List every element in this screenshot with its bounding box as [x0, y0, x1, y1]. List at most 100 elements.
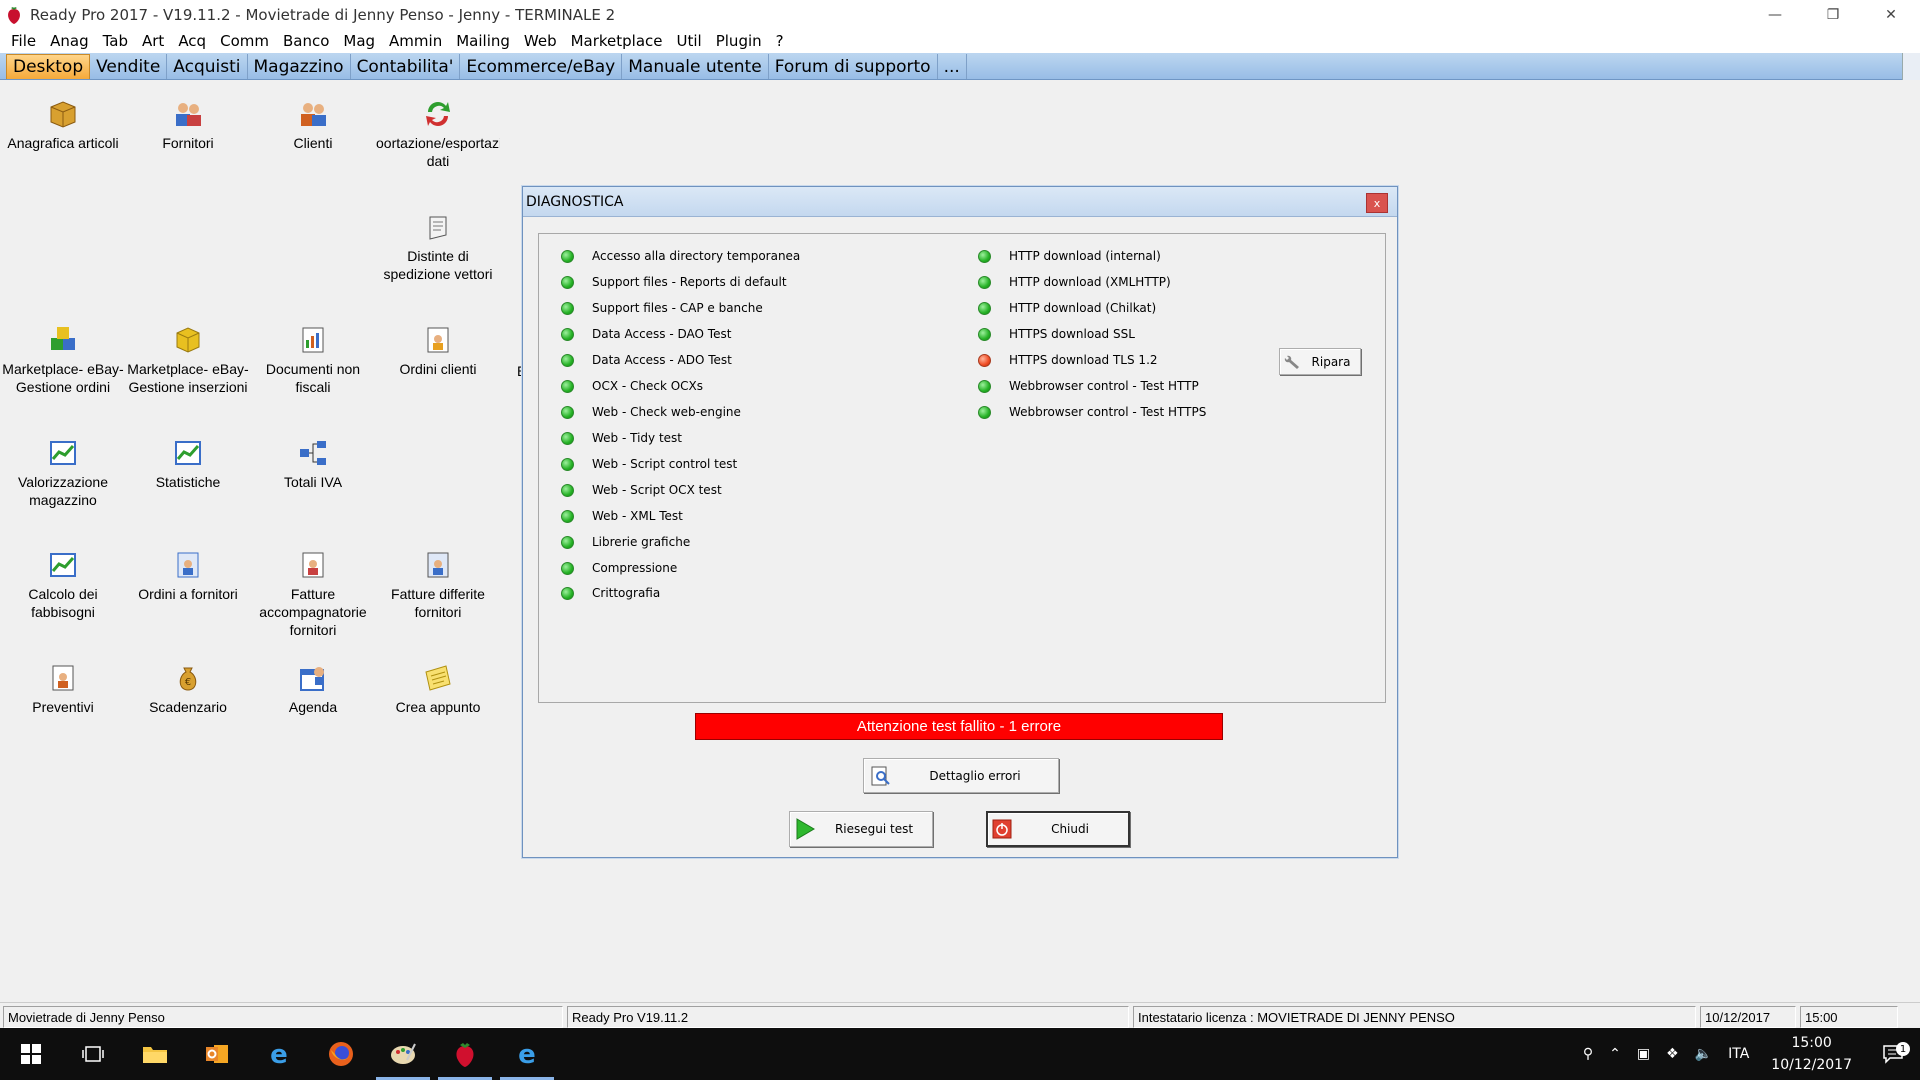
close-icon: x — [1373, 196, 1381, 210]
status-ok-icon — [561, 353, 574, 367]
desktop-preventivi[interactable]: Preventivi — [1, 662, 125, 716]
menu-art[interactable]: Art — [135, 32, 171, 50]
wrench-icon — [1284, 355, 1299, 369]
desktop-fatture-differite[interactable]: Fatture differite fornitori — [376, 549, 500, 621]
action-center-button[interactable]: 1 — [1866, 1042, 1920, 1064]
tab-forum[interactable]: Forum di supporto — [769, 54, 938, 79]
menu-mailing[interactable]: Mailing — [449, 32, 517, 50]
folder-icon — [143, 1047, 167, 1063]
minimize-icon: — — [1768, 6, 1782, 23]
desktop-totali-iva[interactable]: Totali IVA — [251, 437, 375, 491]
menu-web[interactable]: Web — [517, 32, 564, 50]
desktop-fatture-accompagnatorie[interactable]: Fatture accompagnatorie fornitori — [251, 549, 375, 639]
desktop-importazione-esportazione[interactable]: oortazione/esportazio dati — [376, 98, 500, 170]
desktop-valorizzazione-magazzino[interactable]: Valorizzazione magazzino — [1, 437, 125, 509]
tab-more[interactable]: ... — [938, 54, 967, 79]
network-button[interactable]: ▣ — [1629, 1046, 1658, 1062]
ripara-button[interactable]: Ripara — [1279, 348, 1361, 375]
desktop-scadenzario[interactable]: € Scadenzario — [126, 662, 250, 716]
taskbar-firefox[interactable] — [310, 1028, 372, 1080]
check-item: Support files - CAP e banche — [561, 301, 763, 315]
close-window-button[interactable]: ✕ — [1862, 0, 1920, 29]
menu-mag[interactable]: Mag — [336, 32, 382, 50]
desktop-calcolo-fabbisogni[interactable]: Calcolo dei fabbisogni — [1, 549, 125, 621]
taskbar-internet-explorer[interactable]: e — [248, 1028, 310, 1080]
cubes-icon — [51, 327, 75, 350]
restore-button[interactable]: ❐ — [1804, 0, 1862, 29]
status-ok-icon — [561, 586, 574, 600]
dettaglio-errori-button[interactable]: Dettaglio errori — [863, 758, 1059, 793]
restore-icon: ❐ — [1826, 6, 1840, 23]
check-item: Data Access - ADO Test — [561, 353, 732, 367]
strawberry-app-icon — [456, 1043, 474, 1067]
tabs-scrollbar[interactable] — [1902, 53, 1920, 80]
desktop-marketplace-inserzioni[interactable]: Marketplace- eBay- Gestione inserzioni — [126, 324, 250, 396]
desktop-documenti-non-fiscali[interactable]: Documenti non fiscali — [251, 324, 375, 396]
tab-vendite[interactable]: Vendite — [90, 54, 168, 79]
status-ok-icon — [978, 379, 991, 393]
tab-acquisti[interactable]: Acquisti — [167, 54, 248, 79]
desktop-marketplace-ordini[interactable]: Marketplace- eBay- Gestione ordini — [1, 324, 125, 396]
svg-text:e: e — [270, 1040, 288, 1068]
menu-acq[interactable]: Acq — [171, 32, 213, 50]
dropbox-button[interactable]: ❖ — [1658, 1046, 1687, 1062]
taskbar-internet-explorer-open[interactable]: e — [496, 1028, 558, 1080]
taskbar-outlook[interactable] — [186, 1028, 248, 1080]
tab-ecommerce[interactable]: Ecommerce/eBay — [460, 54, 623, 79]
check-item: OCX - Check OCXs — [561, 379, 703, 393]
chiudi-button[interactable]: Chiudi — [986, 811, 1130, 847]
notification-count-badge: 1 — [1896, 1042, 1910, 1056]
tray-overflow-button[interactable]: ⌃ — [1601, 1046, 1629, 1062]
document-people-icon — [177, 552, 199, 578]
check-item: HTTP download (internal) — [978, 249, 1161, 263]
menu-tab[interactable]: Tab — [96, 32, 135, 50]
desktop-statistiche[interactable]: Statistiche — [126, 437, 250, 491]
status-ok-icon — [561, 457, 574, 471]
desktop-crea-appunto[interactable]: Crea appunto — [376, 662, 500, 716]
riesegui-test-button[interactable]: Riesegui test — [789, 811, 933, 847]
menu-plugin[interactable]: Plugin — [709, 32, 769, 50]
check-item: Crittografia — [561, 586, 660, 600]
task-view-button[interactable] — [62, 1028, 124, 1080]
status-ok-icon — [561, 275, 574, 289]
menu-help[interactable]: ? — [769, 32, 791, 50]
menu-marketplace[interactable]: Marketplace — [564, 32, 670, 50]
tab-manuale[interactable]: Manuale utente — [622, 54, 769, 79]
menu-bar: File Anag Tab Art Acq Comm Banco Mag Amm… — [0, 29, 1920, 53]
volume-button[interactable]: 🔈 — [1687, 1046, 1720, 1062]
taskbar-paint[interactable] — [372, 1028, 434, 1080]
dialog-title-bar[interactable]: DIAGNOSTICA — [523, 187, 1397, 217]
desktop-ordini-clienti[interactable]: Ordini clienti — [376, 324, 500, 378]
dialog-title: DIAGNOSTICA — [526, 193, 624, 210]
desktop-anagrafica-articoli[interactable]: Anagrafica articoli — [1, 98, 125, 152]
start-button[interactable] — [0, 1028, 62, 1080]
check-item: Support files - Reports di default — [561, 275, 787, 289]
tab-contabilita[interactable]: Contabilita' — [351, 54, 461, 79]
taskbar-explorer[interactable] — [124, 1028, 186, 1080]
tab-magazzino[interactable]: Magazzino — [248, 54, 351, 79]
menu-anag[interactable]: Anag — [43, 32, 95, 50]
desktop-ordini-fornitori[interactable]: Ordini a fornitori — [126, 549, 250, 603]
menu-file[interactable]: File — [4, 32, 43, 50]
desktop-distinte-spedizione[interactable]: Distinte di spedizione vettori — [376, 211, 500, 283]
menu-ammin[interactable]: Ammin — [382, 32, 449, 50]
menu-banco[interactable]: Banco — [276, 32, 336, 50]
menu-comm[interactable]: Comm — [213, 32, 276, 50]
check-item: Web - XML Test — [561, 509, 683, 523]
desktop-clienti[interactable]: Clienti — [251, 98, 375, 152]
menu-util[interactable]: Util — [670, 32, 709, 50]
language-indicator[interactable]: ITA — [1720, 1046, 1757, 1062]
taskbar-ready-pro[interactable] — [434, 1028, 496, 1080]
network-icon: ▣ — [1636, 1046, 1651, 1062]
desktop-agenda[interactable]: Agenda — [251, 662, 375, 716]
minimize-button[interactable]: — — [1746, 0, 1804, 29]
status-ok-icon — [978, 249, 991, 263]
desktop-fornitori[interactable]: Fornitori — [126, 98, 250, 152]
hierarchy-icon — [300, 441, 326, 465]
status-ok-icon — [561, 561, 574, 575]
people-button[interactable]: ⚲ — [1575, 1046, 1601, 1062]
magnifier-document-icon — [871, 766, 890, 785]
clock[interactable]: 15:00 10/12/2017 — [1757, 1032, 1866, 1076]
dialog-close-button[interactable]: x — [1366, 193, 1388, 213]
tab-desktop[interactable]: Desktop — [6, 54, 91, 79]
